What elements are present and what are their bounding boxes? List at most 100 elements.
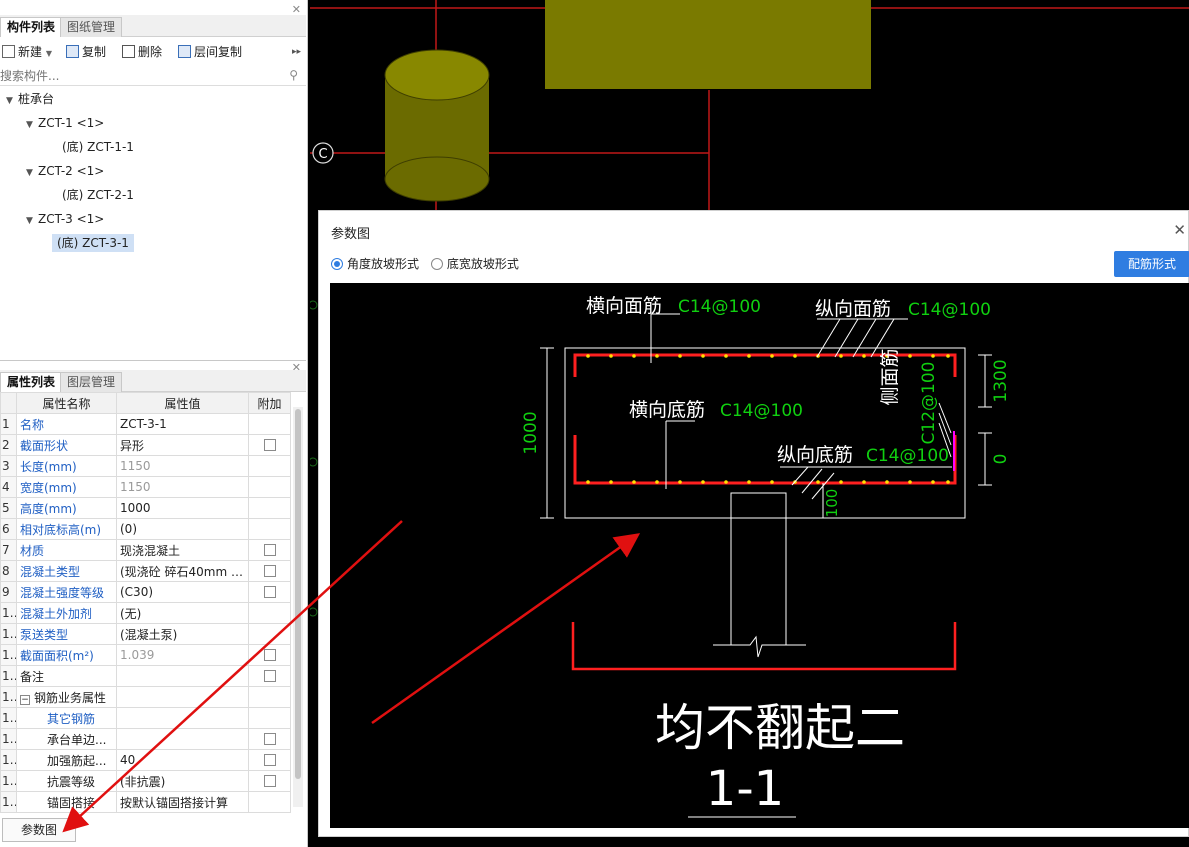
tree-leaf-zct3-1-selected[interactable]: (底) ZCT-3-1 bbox=[52, 232, 134, 254]
chevron-down-icon: ▼ bbox=[45, 49, 52, 58]
copy-button[interactable]: 复制 bbox=[66, 43, 106, 61]
attach-checkbox[interactable] bbox=[263, 733, 276, 745]
table-row[interactable]: 7 材质 现浇混凝土 bbox=[0, 539, 291, 561]
rebar-form-button[interactable]: 配筋形式 bbox=[1114, 251, 1189, 277]
table-row[interactable]: 5 高度(mm) 1000 bbox=[0, 497, 291, 519]
param-diagram-canvas: 横向面筋 C14@100 纵向面筋 C14@100 横向底筋 C14@100 纵… bbox=[330, 283, 1189, 828]
attach-checkbox[interactable] bbox=[263, 649, 276, 661]
tree-node-zct3[interactable]: ▼ ZCT-3 <1> bbox=[26, 208, 104, 230]
dim-right-bottom: 0 bbox=[991, 454, 1011, 465]
slope-mode-radios: 角度放坡形式 底宽放坡形式 bbox=[331, 255, 519, 272]
table-row[interactable]: 9 混凝土强度等级 (C30) bbox=[0, 581, 291, 603]
marker bbox=[310, 457, 318, 467]
leader-line bbox=[816, 318, 841, 358]
tree-node-root[interactable]: ▼ 桩承台 bbox=[6, 88, 54, 110]
dim-right-top: 1300 bbox=[991, 359, 1011, 402]
spec-transverse-bottom: C14@100 bbox=[720, 401, 803, 421]
table-row[interactable]: 4 宽度(mm) 1150 bbox=[0, 476, 291, 498]
collapse-icon[interactable]: − bbox=[20, 694, 30, 705]
close-icon[interactable]: ✕ bbox=[292, 3, 301, 16]
table-row[interactable]: 12 截面面积(m²) 1.039 bbox=[0, 644, 291, 666]
property-scrollbar[interactable] bbox=[293, 407, 303, 807]
table-row[interactable]: 1 名称 ZCT-3-1 bbox=[0, 413, 291, 435]
table-row[interactable]: 19 锚固搭接 按默认锚固搭接计算 bbox=[0, 791, 291, 813]
table-row[interactable]: 10 混凝土外加剂 (无) bbox=[0, 602, 291, 624]
attach-checkbox[interactable] bbox=[263, 544, 276, 556]
expand-icon[interactable]: ▼ bbox=[26, 162, 38, 184]
dim-height: 1000 bbox=[521, 411, 541, 454]
pile-cylinder-bottom bbox=[384, 156, 490, 202]
tab-layer-management[interactable]: 图层管理 bbox=[60, 372, 123, 392]
tree-leaf-zct2-1[interactable]: (底) ZCT-2-1 bbox=[62, 184, 134, 206]
copy-icon bbox=[66, 45, 79, 58]
pile-break bbox=[713, 635, 806, 658]
component-search: ⚲ bbox=[0, 66, 306, 86]
leader-line bbox=[852, 318, 877, 358]
spec-transverse-top: C14@100 bbox=[678, 297, 761, 317]
attach-checkbox[interactable] bbox=[263, 670, 276, 682]
radio-unchecked-icon bbox=[430, 258, 443, 270]
expand-icon[interactable]: ▼ bbox=[6, 90, 18, 112]
delete-button[interactable]: 删除 bbox=[122, 43, 162, 61]
slab-block[interactable] bbox=[545, 0, 871, 89]
tab-property-list[interactable]: 属性列表 bbox=[0, 372, 63, 392]
table-row[interactable]: 11 泵送类型 (混凝土泵) bbox=[0, 623, 291, 645]
table-row[interactable]: 17 加强筋起... 40 bbox=[0, 749, 291, 771]
label-longitudinal-top: 纵向面筋 bbox=[815, 298, 891, 320]
tab-component-list[interactable]: 构件列表 bbox=[0, 17, 63, 37]
table-row[interactable]: 2 截面形状 异形 bbox=[0, 434, 291, 456]
table-row[interactable]: 6 相对底标高(m) (0) bbox=[0, 518, 291, 540]
dim-cover: 100 bbox=[823, 489, 841, 518]
component-toolbar: 新建 ▼ 复制 删除 层间复制 ▸▸ bbox=[0, 40, 306, 64]
expand-icon[interactable]: ▼ bbox=[26, 210, 38, 232]
scroll-thumb[interactable] bbox=[295, 409, 301, 779]
radio-checked-icon bbox=[331, 258, 343, 270]
marker bbox=[310, 607, 318, 617]
attach-checkbox[interactable] bbox=[263, 565, 276, 577]
search-input[interactable] bbox=[0, 67, 280, 85]
table-row[interactable]: 3 长度(mm) 1150 bbox=[0, 455, 291, 477]
search-icon[interactable]: ⚲ bbox=[289, 68, 298, 82]
tree-node-zct2[interactable]: ▼ ZCT-2 <1> bbox=[26, 160, 104, 182]
property-table-wrap: 属性名称 属性值 附加 1 名称 ZCT-3-1 2 截面形状 异形 3 长度(mm) 11… bbox=[0, 392, 306, 815]
attach-checkbox[interactable] bbox=[263, 586, 276, 598]
spec-longitudinal-top: C14@100 bbox=[908, 300, 991, 320]
col-header-name: 属性名称 bbox=[16, 392, 117, 414]
tab-drawing-management[interactable]: 图纸管理 bbox=[60, 17, 123, 37]
dialog-title: 参数图 bbox=[331, 227, 371, 242]
panel-divider bbox=[0, 360, 306, 361]
table-row[interactable]: 15 其它钢筋 bbox=[0, 707, 291, 729]
spec-longitudinal-bottom: C14@100 bbox=[866, 446, 949, 466]
label-side-bars: 侧面筋 bbox=[879, 348, 901, 405]
radio-angle-slope[interactable]: 角度放坡形式 bbox=[331, 257, 419, 271]
attach-checkbox[interactable] bbox=[263, 439, 276, 451]
attach-checkbox[interactable] bbox=[263, 775, 276, 787]
section-drawing: 横向面筋 C14@100 纵向面筋 C14@100 横向底筋 C14@100 纵… bbox=[521, 295, 1011, 818]
property-tabbar: 属性列表 图层管理 bbox=[0, 370, 306, 392]
tree-node-zct1[interactable]: ▼ ZCT-1 <1> bbox=[26, 112, 104, 134]
floor-copy-button[interactable]: 层间复制 bbox=[178, 43, 242, 61]
col-num bbox=[0, 392, 17, 414]
component-tabbar: 构件列表 图纸管理 bbox=[0, 15, 306, 37]
more-icon[interactable]: ▸▸ bbox=[292, 43, 301, 61]
close-icon[interactable]: ✕ bbox=[1173, 221, 1186, 239]
radio-width-slope[interactable]: 底宽放坡形式 bbox=[430, 257, 519, 271]
tree-leaf-zct1-1[interactable]: (底) ZCT-1-1 bbox=[62, 136, 134, 158]
table-row[interactable]: 13 备注 bbox=[0, 665, 291, 687]
label-transverse-top: 横向面筋 bbox=[586, 295, 662, 317]
label-longitudinal-bottom: 纵向底筋 bbox=[777, 444, 853, 466]
col-header-extra: 附加 bbox=[248, 392, 291, 414]
property-table: 属性名称 属性值 附加 1 名称 ZCT-3-1 2 截面形状 异形 3 长度(mm) 11… bbox=[0, 392, 291, 813]
param-diagram-button[interactable]: 参数图 bbox=[2, 818, 76, 842]
table-row[interactable]: 14− 钢筋业务属性 bbox=[0, 686, 291, 708]
section-label: 1-1 bbox=[706, 761, 784, 817]
new-icon bbox=[2, 45, 15, 58]
table-row[interactable]: 18 抗震等级 (非抗震) bbox=[0, 770, 291, 792]
expand-icon[interactable]: ▼ bbox=[26, 114, 38, 136]
table-row[interactable]: 8 混凝土类型 (现浇砼 碎石40mm 3... bbox=[0, 560, 291, 582]
param-diagram-dialog: 参数图 ✕ 角度放坡形式 底宽放坡形式 配筋形式 横向面筋 C14@100 纵向… bbox=[318, 210, 1189, 837]
label-transverse-bottom: 横向底筋 bbox=[629, 399, 705, 421]
table-row[interactable]: 16 承台单边... bbox=[0, 728, 291, 750]
attach-checkbox[interactable] bbox=[263, 754, 276, 766]
new-button[interactable]: 新建 ▼ bbox=[2, 43, 52, 61]
